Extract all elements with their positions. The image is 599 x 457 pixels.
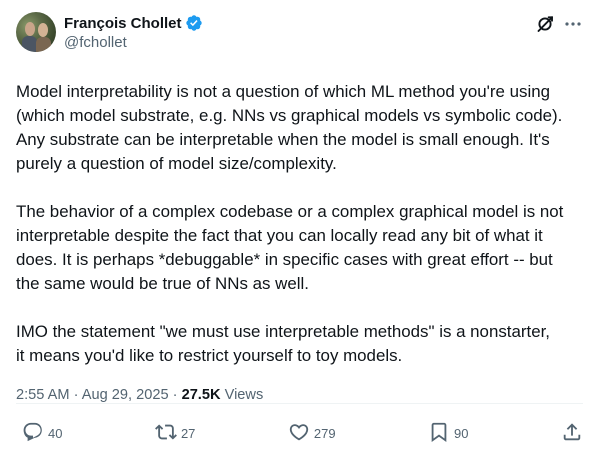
avatar-face-right xyxy=(38,23,48,37)
like-button[interactable]: 279 xyxy=(288,421,336,446)
tweet-date[interactable]: Aug 29, 2025 xyxy=(82,387,169,403)
more-dots-icon[interactable] xyxy=(563,14,583,34)
tweet-text: Model interpretability is not a question… xyxy=(16,80,586,368)
views-label: Views xyxy=(224,387,264,403)
heart-icon xyxy=(288,421,310,446)
share-icon xyxy=(561,421,583,446)
tweet-paragraph: The behavior of a complex codebase or a … xyxy=(16,202,564,293)
bookmark-button[interactable]: 90 xyxy=(428,421,469,446)
bookmark-count: 90 xyxy=(454,425,469,441)
author-display-name[interactable]: François Chollet xyxy=(64,15,182,32)
reply-button[interactable]: 40 xyxy=(16,421,62,446)
bookmark-icon xyxy=(428,421,450,446)
meta-separator: · xyxy=(172,387,178,403)
avatar-figure-right xyxy=(36,37,51,52)
tweet-card: François Chollet @fchollet Model interpr… xyxy=(0,0,599,457)
verified-badge-icon[interactable] xyxy=(185,14,203,32)
tweet-paragraph: Model interpretability is not a question… xyxy=(16,82,563,173)
like-count: 279 xyxy=(313,425,336,441)
action-bar: 40 27 279 90 xyxy=(16,416,583,450)
share-button[interactable] xyxy=(561,421,583,446)
author-block: François Chollet @fchollet xyxy=(64,13,203,53)
meta-separator: · xyxy=(73,387,79,403)
name-row: François Chollet xyxy=(64,13,203,33)
avatar-face-left xyxy=(25,22,35,36)
avatar-figure-left xyxy=(22,36,37,52)
tweet-paragraph: IMO the statement "we must use interpret… xyxy=(16,322,550,365)
reply-count: 40 xyxy=(48,425,63,441)
avatar[interactable] xyxy=(16,12,56,52)
grok-icon[interactable] xyxy=(535,14,555,34)
views-count[interactable]: 27.5K xyxy=(182,387,221,403)
repost-count: 27 xyxy=(180,425,196,441)
tweet-time[interactable]: 2:55 AM xyxy=(16,387,70,403)
tweet-top-actions xyxy=(535,14,583,34)
tweet-meta: 2:55 AM · Aug 29, 2025 · 27.5K Views xyxy=(16,385,583,405)
repost-button[interactable]: 27 xyxy=(154,421,196,446)
repost-icon xyxy=(154,421,177,446)
reply-icon xyxy=(22,421,44,446)
author-handle[interactable]: @fchollet xyxy=(64,33,203,53)
tweet-header: François Chollet @fchollet xyxy=(16,12,583,60)
divider xyxy=(16,403,583,404)
